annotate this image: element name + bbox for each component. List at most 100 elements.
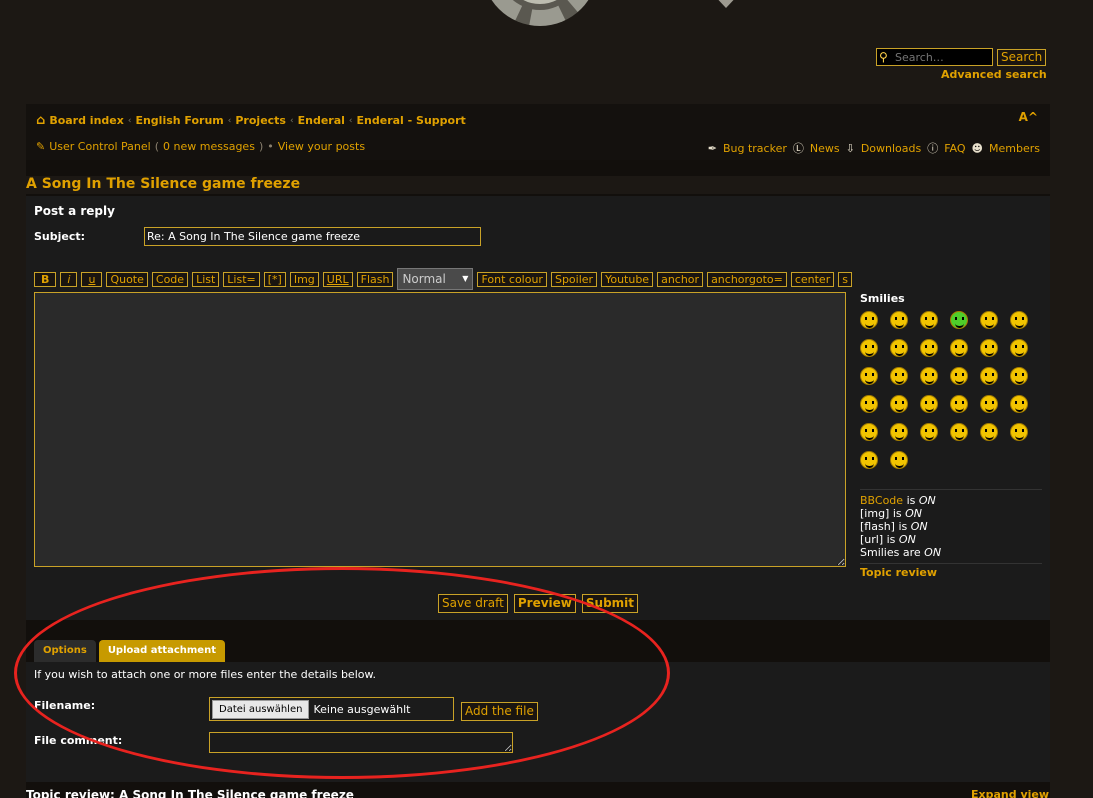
smiley-icon[interactable]	[920, 367, 938, 385]
message-textarea[interactable]	[34, 292, 846, 567]
smiley-icon[interactable]	[980, 339, 998, 357]
crumb-board-index[interactable]: Board index	[49, 114, 124, 127]
smiley-icon[interactable]	[920, 311, 938, 329]
view-posts-link[interactable]: View your posts	[278, 140, 365, 153]
smiley-icon[interactable]	[860, 451, 878, 469]
add-file-button[interactable]: Add the file	[461, 702, 538, 721]
bbcode-link[interactable]: BBCode	[860, 494, 903, 507]
img-status: [img] is	[860, 507, 902, 520]
editor-tabs: Options Upload attachment	[34, 640, 225, 662]
youtube-button[interactable]: Youtube	[601, 271, 654, 287]
font-size-value: Normal	[402, 272, 446, 286]
tab-options[interactable]: Options	[34, 640, 96, 662]
font-size-toggle[interactable]: A^	[1019, 110, 1038, 124]
smiley-icon[interactable]	[860, 423, 878, 441]
preview-button[interactable]: Preview	[513, 593, 576, 613]
search-input[interactable]	[876, 48, 993, 66]
members-link[interactable]: Members	[989, 142, 1040, 155]
font-colour-button[interactable]: Font colour	[477, 271, 547, 287]
smiley-icon[interactable]	[1010, 311, 1028, 329]
smiley-icon[interactable]	[980, 395, 998, 413]
anchorgoto-button[interactable]: anchorgoto=	[707, 271, 787, 287]
home-icon: ⌂	[36, 113, 46, 128]
smilies-state: ON	[924, 546, 942, 559]
smiley-icon[interactable]	[950, 339, 968, 357]
smiley-icon[interactable]	[890, 451, 908, 469]
subject-input[interactable]	[144, 227, 481, 246]
smiley-icon[interactable]	[860, 339, 878, 357]
user-control-panel-link[interactable]: User Control Panel	[49, 140, 151, 153]
choose-file-button[interactable]: Datei auswählen	[212, 699, 310, 719]
crumb-enderal-support[interactable]: Enderal - Support	[357, 114, 466, 127]
downloads-link[interactable]: Downloads	[861, 142, 921, 155]
file-input[interactable]: Datei auswählen Keine ausgewählt	[209, 697, 454, 721]
crumb-projects[interactable]: Projects	[235, 114, 286, 127]
page-title[interactable]: A Song In The Silence game freeze	[26, 176, 1050, 194]
ucp-icon: ✎	[36, 140, 46, 153]
topic-review-heading: Topic review: A Song In The Silence game…	[26, 788, 354, 798]
smiley-icon[interactable]	[890, 367, 908, 385]
messages-close: )	[258, 140, 264, 153]
center-button[interactable]: center	[790, 271, 835, 287]
smiley-icon[interactable]	[1010, 423, 1028, 441]
smiley-icon[interactable]	[980, 311, 998, 329]
list-button[interactable]: List	[192, 271, 220, 287]
smiley-icon[interactable]	[1010, 339, 1028, 357]
news-icon: Ⓛ	[792, 142, 804, 155]
new-messages-link[interactable]: 0 new messages	[163, 140, 255, 153]
smiley-icon[interactable]	[890, 423, 908, 441]
list-item-button[interactable]: [*]	[263, 271, 286, 287]
file-comment-input[interactable]	[209, 732, 513, 753]
tab-upload-attachment[interactable]: Upload attachment	[98, 640, 225, 662]
list-ordered-button[interactable]: List=	[223, 271, 260, 287]
topic-review-link[interactable]: Topic review	[860, 566, 937, 579]
strike-button[interactable]: s	[838, 271, 852, 287]
smiley-icon[interactable]	[980, 423, 998, 441]
smiley-icon[interactable]	[920, 339, 938, 357]
spoiler-button[interactable]: Spoiler	[550, 271, 598, 287]
main-container: ⌂ Board index ‹ English Forum ‹ Projects…	[26, 104, 1050, 798]
smiley-icon[interactable]	[890, 395, 908, 413]
italic-button[interactable]: i	[60, 271, 78, 287]
anchor-button[interactable]: anchor	[657, 271, 704, 287]
smiley-icon[interactable]	[950, 311, 968, 329]
smiley-icon[interactable]	[950, 423, 968, 441]
faq-link[interactable]: FAQ	[944, 142, 965, 155]
smiley-icon[interactable]	[1010, 395, 1028, 413]
site-logo-gear	[470, 0, 610, 42]
submit-button[interactable]: Submit	[581, 593, 639, 613]
flash-button[interactable]: Flash	[356, 271, 394, 287]
bug-icon: ✒	[707, 141, 717, 155]
crumb-english-forum[interactable]: English Forum	[135, 114, 223, 127]
news-link[interactable]: News	[810, 142, 840, 155]
smiley-icon[interactable]	[950, 367, 968, 385]
url-button[interactable]: URL	[322, 271, 353, 287]
img-button[interactable]: Img	[289, 271, 319, 287]
quote-button[interactable]: Quote	[106, 271, 148, 287]
smiley-icon[interactable]	[890, 311, 908, 329]
bold-button[interactable]: B	[34, 271, 57, 287]
smiley-icon[interactable]	[860, 311, 878, 329]
url-status: [url] is	[860, 533, 896, 546]
smiley-icon[interactable]	[860, 367, 878, 385]
search-button[interactable]: Search	[997, 48, 1047, 66]
smilies-panel: Smilies	[860, 292, 1042, 469]
smiley-icon[interactable]	[980, 367, 998, 385]
file-comment-label: File comment:	[34, 734, 123, 747]
smiley-icon[interactable]	[950, 395, 968, 413]
smiley-icon[interactable]	[890, 339, 908, 357]
smiley-icon[interactable]	[860, 395, 878, 413]
underline-button[interactable]: u	[81, 271, 103, 287]
filename-label: Filename:	[34, 699, 96, 712]
crumb-enderal[interactable]: Enderal	[298, 114, 345, 127]
expand-view-link[interactable]: Expand view	[971, 788, 1049, 798]
advanced-search-link[interactable]: Advanced search	[941, 68, 1047, 81]
smiley-icon[interactable]	[1010, 367, 1028, 385]
chevron-down-icon: ▼	[462, 274, 469, 283]
smiley-icon[interactable]	[920, 423, 938, 441]
font-size-select[interactable]: Normal ▼	[397, 268, 474, 290]
save-draft-button[interactable]: Save draft	[437, 593, 508, 613]
bug-tracker-link[interactable]: Bug tracker	[723, 142, 787, 155]
code-button[interactable]: Code	[151, 271, 189, 287]
smiley-icon[interactable]	[920, 395, 938, 413]
